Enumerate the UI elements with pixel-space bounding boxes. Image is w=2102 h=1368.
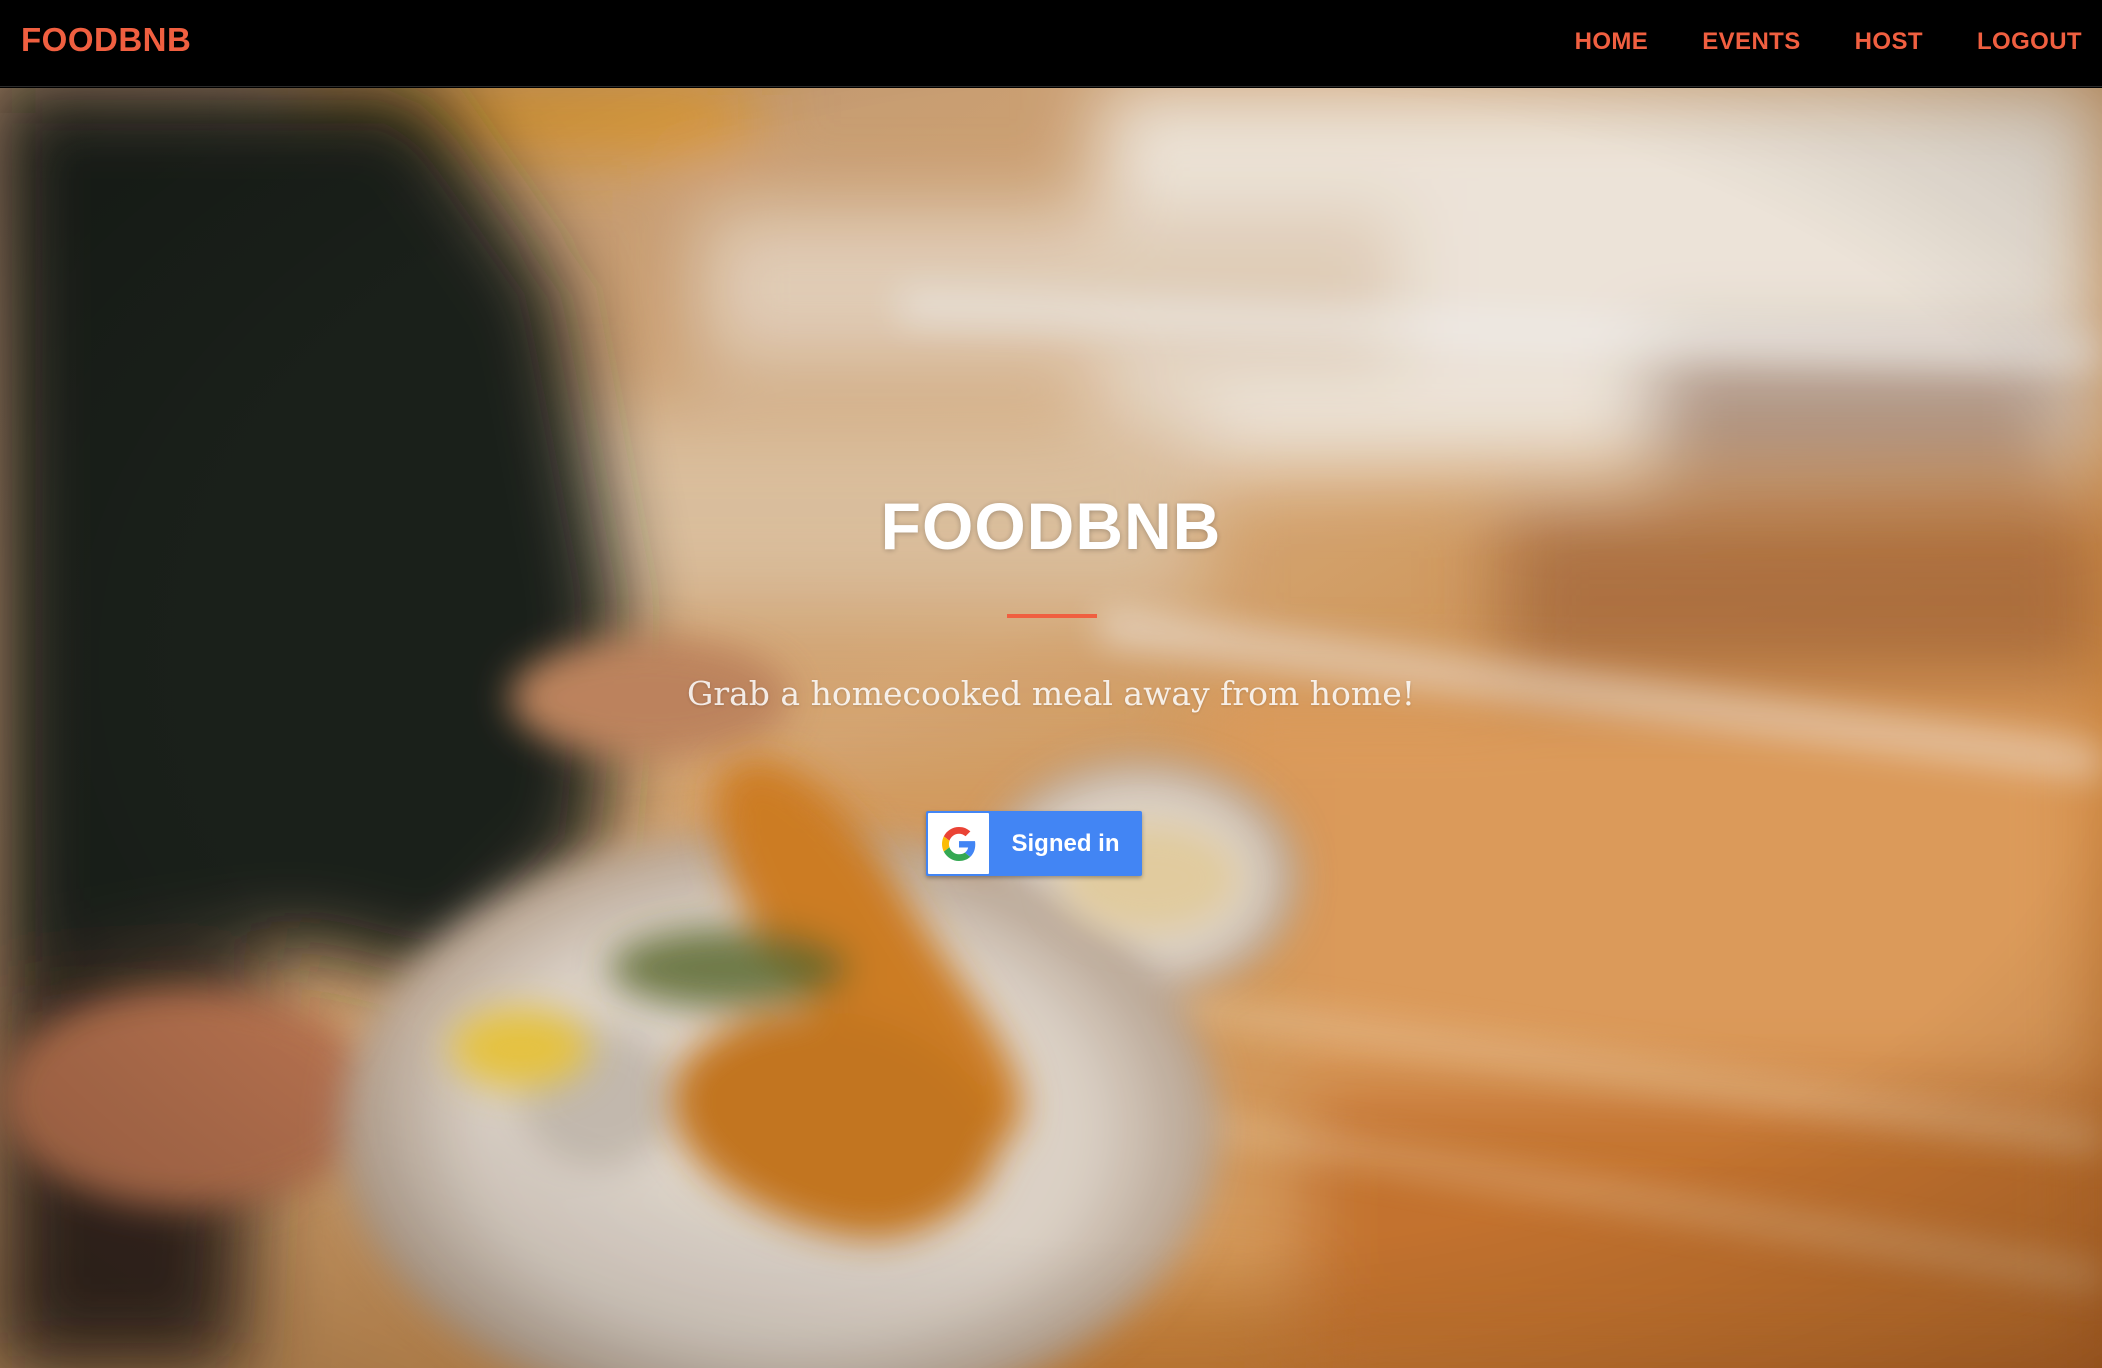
nav-links: HOME EVENTS HOST LOGOUT [1575, 28, 2082, 56]
google-g-icon [941, 826, 975, 861]
nav-home-link[interactable]: HOME [1575, 28, 1649, 56]
top-navbar: FOODBNB HOME EVENTS HOST LOGOUT [0, 0, 2102, 87]
google-icon-box [928, 813, 989, 874]
nav-logout-link[interactable]: LOGOUT [1977, 28, 2082, 56]
hero-title: FOODBNB [880, 489, 1222, 563]
hero-divider [1007, 614, 1097, 618]
google-signin-label: Signed in [1011, 830, 1120, 857]
hero-section: FOODBNB Grab a homecooked meal away from… [0, 88, 2102, 1368]
nav-host-link[interactable]: HOST [1855, 28, 1923, 56]
hero-subtitle: Grab a homecooked meal away from home! [687, 674, 1415, 713]
nav-events-link[interactable]: EVENTS [1702, 28, 1800, 56]
brand-logo-link[interactable]: FOODBNB [21, 21, 191, 59]
hero-content: FOODBNB Grab a homecooked meal away from… [0, 88, 2102, 1368]
google-signin-button[interactable]: Signed in [926, 811, 1142, 876]
